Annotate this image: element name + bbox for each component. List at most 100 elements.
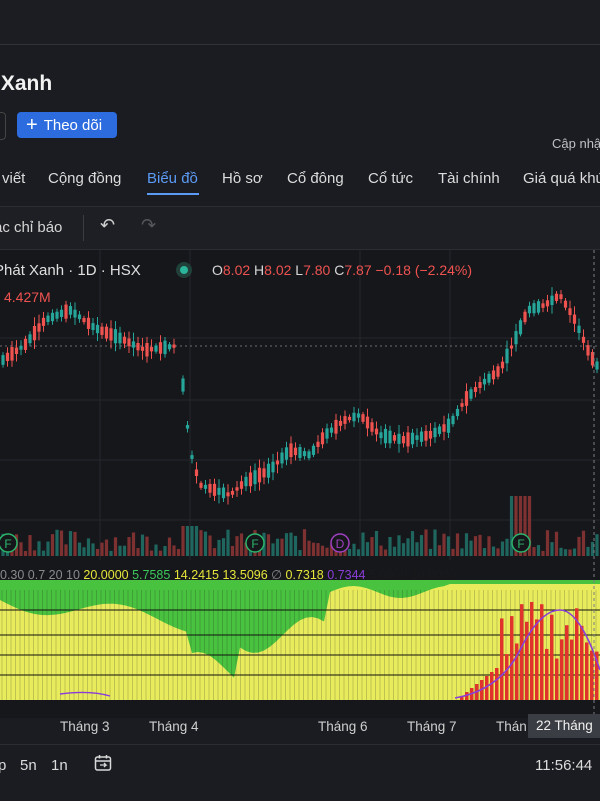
candle-body <box>478 382 482 388</box>
timeframe-button[interactable]: p <box>0 757 6 774</box>
candle-body <box>55 311 59 319</box>
volume-bar <box>118 545 122 556</box>
candle-body <box>446 418 451 433</box>
volume-bar <box>473 536 478 556</box>
candle-body <box>473 387 478 392</box>
candle-body <box>505 348 509 364</box>
candle-body <box>284 447 289 460</box>
volume-bar <box>401 543 406 556</box>
volume-bar <box>185 526 190 556</box>
volume-bar <box>415 542 419 556</box>
volume-bar <box>595 534 599 556</box>
volume-bar <box>500 541 505 556</box>
x-tick: Tháng 4 <box>149 719 199 734</box>
volume-bar <box>28 535 32 556</box>
volume-bar <box>86 538 91 556</box>
high-value: 8.02 <box>264 262 292 278</box>
volume-bar <box>482 548 487 556</box>
macd-bar <box>535 619 539 700</box>
left-action-button[interactable] <box>0 112 6 140</box>
candle-body <box>127 338 131 347</box>
tab-community[interactable]: Cộng đồng <box>48 170 121 187</box>
candle-body <box>262 468 266 478</box>
candle-body <box>586 345 590 356</box>
x-tick: Tháng 7 <box>407 719 457 734</box>
candle-body <box>325 428 329 439</box>
candle-body <box>298 447 302 458</box>
volume-bar <box>176 548 181 556</box>
candle-body <box>289 443 293 458</box>
chart-area[interactable]: FFDF <box>0 250 600 718</box>
tab-dividends[interactable]: Cổ tức <box>368 170 413 187</box>
follow-button[interactable]: + Theo dõi <box>17 112 117 138</box>
volume-bar <box>536 545 541 556</box>
macd-bar <box>530 601 534 700</box>
open-value: 8.02 <box>222 262 251 278</box>
tab-price-history[interactable]: Giá quá khứ <box>523 170 600 187</box>
candle-body <box>302 451 307 457</box>
volume-bar <box>541 550 545 556</box>
macd-bar <box>545 648 549 700</box>
candle-body <box>199 482 203 488</box>
undo-icon[interactable]: ↶ <box>100 215 115 236</box>
timeframe-1m-button[interactable]: 1n <box>51 757 68 774</box>
candle-body <box>212 483 217 496</box>
tab-financials[interactable]: Tài chính <box>438 170 500 187</box>
volume-bar <box>325 547 329 556</box>
calendar-icon[interactable] <box>94 754 112 772</box>
candle-body <box>190 455 194 459</box>
volume-bar <box>311 542 316 556</box>
volume-bar <box>221 538 226 556</box>
candle-body <box>167 344 172 350</box>
volume-bar <box>266 534 271 556</box>
candle-body <box>338 420 343 426</box>
candle-body <box>104 326 109 339</box>
volume-bar <box>316 543 320 556</box>
volume-bar <box>437 545 442 556</box>
timeframe-5d-button[interactable]: 5n <box>20 757 37 774</box>
indicator-value: ∅ <box>271 568 283 582</box>
candle-body <box>496 366 500 377</box>
volume-bar <box>554 531 559 556</box>
volume-bar <box>397 535 401 556</box>
volume-bar <box>487 536 491 556</box>
volume-bar <box>284 533 289 556</box>
candle-body <box>5 352 10 362</box>
tab-posts[interactable]: viết <box>2 170 25 187</box>
redo-icon[interactable]: ↷ <box>141 215 156 236</box>
candle-body <box>113 329 118 344</box>
price-chart[interactable]: FFDF <box>0 250 600 718</box>
volume-bar <box>460 548 464 556</box>
candle-body <box>455 408 460 417</box>
candle-body <box>595 361 599 370</box>
candle-body <box>271 461 275 473</box>
volume-bar <box>199 530 203 556</box>
candle-body <box>370 422 374 432</box>
indicators-button[interactable]: ác chỉ báo <box>0 219 62 236</box>
candle-body <box>82 318 86 323</box>
candle-body <box>239 481 244 489</box>
candle-body <box>257 467 262 483</box>
candle-body <box>154 345 158 352</box>
bottom-bar: p 5n 1n 11:56:44 <box>0 744 600 801</box>
tab-profile[interactable]: Hồ sơ <box>222 170 263 187</box>
tab-shareholders[interactable]: Cổ đông <box>287 170 344 187</box>
volume-bar <box>572 548 577 556</box>
candle-body <box>424 430 428 441</box>
high-label: H <box>254 262 265 278</box>
candle-body <box>469 389 473 399</box>
tab-chart[interactable]: Biểu đồ <box>147 170 198 187</box>
time-axis: Tháng 3 Tháng 4 Tháng 6 Tháng 7 Thán <box>0 714 600 742</box>
indicator-value: 0.7344 <box>327 568 366 582</box>
macd-bar <box>505 654 509 700</box>
clock-readout: 11:56:44 <box>535 757 593 774</box>
candle-body <box>343 416 347 424</box>
volume-bar <box>55 529 59 556</box>
close-label: C <box>334 262 345 278</box>
visibility-icon[interactable] <box>176 262 192 278</box>
close-value: 7.87 <box>344 262 372 278</box>
event-marker-label: D <box>336 537 345 551</box>
macd-bar <box>490 672 494 700</box>
macd-bar <box>555 658 559 700</box>
volume-bar <box>455 533 460 556</box>
